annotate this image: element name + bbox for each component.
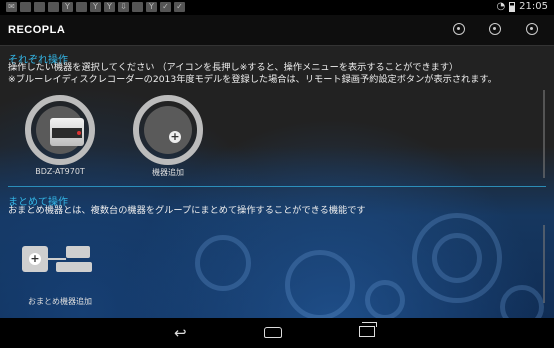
home-icon[interactable] bbox=[264, 327, 282, 338]
app-title: RECOPLA bbox=[8, 24, 66, 36]
status-right: ◔ 21:05 bbox=[496, 1, 548, 12]
device-box-icon: + bbox=[22, 246, 48, 272]
recents-icon[interactable] bbox=[359, 322, 377, 337]
back-icon[interactable]: ↩ bbox=[174, 325, 187, 341]
decorative-ring bbox=[432, 233, 482, 283]
add-icon: + bbox=[169, 130, 181, 143]
menu-icon[interactable] bbox=[526, 23, 538, 35]
yahoo-icon: Y bbox=[104, 2, 115, 12]
yahoo-icon: Y bbox=[146, 2, 157, 12]
link-line bbox=[48, 258, 66, 260]
decorative-ring bbox=[195, 235, 251, 291]
device-box-icon bbox=[66, 246, 90, 258]
add-device-button[interactable]: + bbox=[133, 95, 203, 165]
image-icon bbox=[132, 2, 143, 12]
device-icon-bg bbox=[36, 106, 84, 154]
battery-icon bbox=[509, 1, 516, 12]
add-group-button[interactable]: + bbox=[22, 242, 98, 290]
check-icon: ✓ bbox=[160, 2, 171, 12]
recorder-icon bbox=[50, 118, 84, 146]
decorative-ring bbox=[365, 280, 405, 320]
decorative-ring bbox=[285, 250, 355, 320]
image-icon bbox=[48, 2, 59, 12]
yahoo-icon: Y bbox=[90, 2, 101, 12]
settings-icon[interactable] bbox=[453, 23, 465, 35]
clock: 21:05 bbox=[519, 1, 548, 12]
refresh-icon[interactable] bbox=[489, 23, 501, 35]
device-icon-bg: + bbox=[144, 106, 192, 154]
scrollbar[interactable] bbox=[543, 90, 545, 178]
image-icon bbox=[34, 2, 45, 12]
section-divider bbox=[8, 186, 546, 187]
download-icon: ⇩ bbox=[118, 2, 129, 12]
app-bar: RECOPLA bbox=[0, 15, 554, 46]
device-bdz-at970t[interactable] bbox=[25, 95, 95, 165]
status-bar: ✉ Y Y Y ⇩ Y ✓ ✓ ◔ 21:05 bbox=[0, 0, 554, 15]
notification-icons: ✉ Y Y Y ⇩ Y ✓ ✓ bbox=[6, 2, 185, 12]
add-icon: + bbox=[29, 252, 41, 265]
yahoo-icon: Y bbox=[62, 2, 73, 12]
mail-icon: ✉ bbox=[6, 2, 17, 12]
check-icon: ✓ bbox=[174, 2, 185, 12]
photo-icon bbox=[20, 2, 31, 12]
add-group-label: おまとめ機器追加 bbox=[28, 297, 92, 306]
device-label: BDZ-AT970T bbox=[35, 167, 85, 176]
section-description-line2: ※ブルーレイディスクレコーダーの2013年度モデルを登録した場合は、リモート録画… bbox=[8, 74, 497, 85]
scrollbar[interactable] bbox=[543, 225, 545, 303]
image-icon bbox=[76, 2, 87, 12]
navigation-bar: ↩ bbox=[0, 318, 554, 348]
wifi-icon: ◔ bbox=[496, 1, 506, 12]
device-label: 機器追加 bbox=[152, 168, 184, 177]
device-box-icon bbox=[56, 262, 92, 272]
section-description-line1: 操作したい機器を選択してください （アイコンを長押し※すると、操作メニューを表示… bbox=[8, 62, 459, 73]
section-description: おまとめ機器とは、複数台の機器をグループにまとめて操作することができる機能です bbox=[8, 205, 366, 216]
